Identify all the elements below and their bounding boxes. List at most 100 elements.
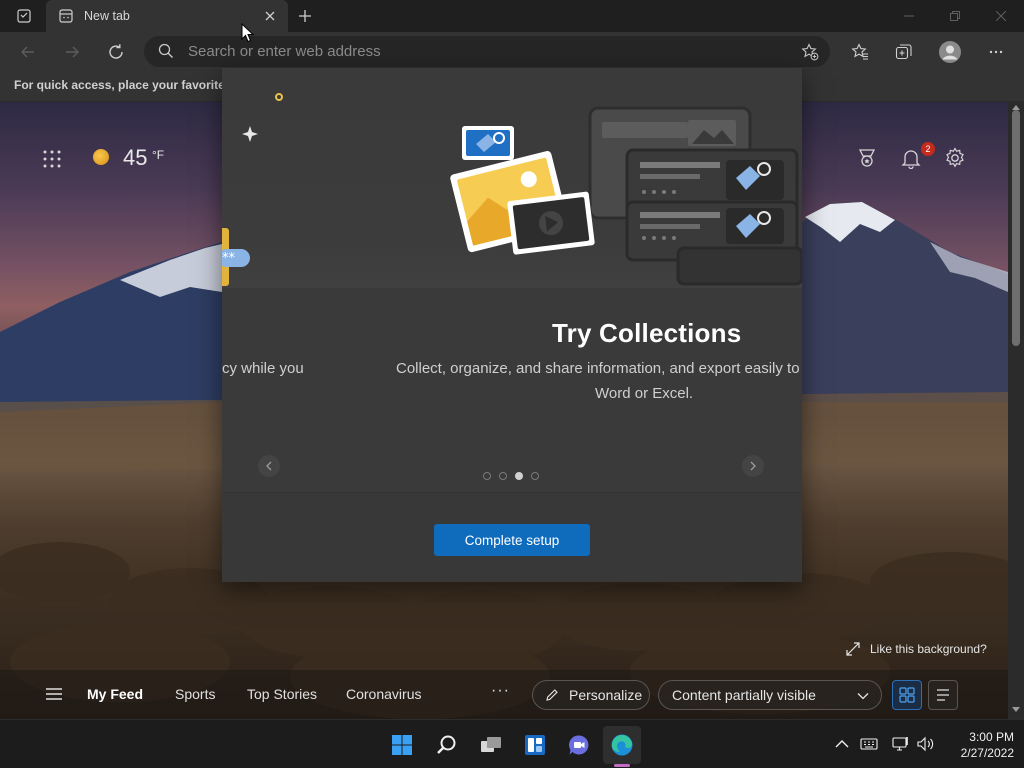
widgets-button[interactable]: [516, 726, 554, 764]
task-view-icon: [481, 737, 501, 752]
weather-unit: °F: [152, 148, 165, 162]
forward-button[interactable]: [58, 38, 86, 66]
favorites-bar-hint: For quick access, place your favorites h: [14, 78, 243, 92]
chevron-up-icon: [835, 740, 849, 748]
grid-view-button[interactable]: [892, 680, 922, 710]
start-button[interactable]: [383, 726, 421, 764]
address-input[interactable]: [188, 36, 748, 67]
avatar-icon: [939, 41, 961, 63]
star-add-icon: [801, 43, 819, 61]
page-settings-gear-icon[interactable]: [944, 147, 966, 169]
feed-tab-my-feed[interactable]: My Feed: [87, 686, 143, 702]
collections-illustration: **: [222, 68, 802, 288]
favorites-button[interactable]: [846, 38, 874, 66]
show-hidden-icons-button[interactable]: [833, 735, 851, 753]
network-button[interactable]: [892, 735, 910, 753]
add-favorite-button[interactable]: [796, 38, 824, 66]
tab-strip: New tab: [0, 0, 1024, 32]
taskbar-clock[interactable]: 3:00 PM 2/27/2022: [944, 729, 1014, 761]
settings-more-button[interactable]: [982, 38, 1010, 66]
previous-slide-text: cy while you: [222, 360, 304, 377]
carousel-dot[interactable]: [483, 472, 491, 480]
collections-button[interactable]: [890, 38, 918, 66]
scrollbar-thumb[interactable]: [1012, 110, 1020, 346]
carousel-dot[interactable]: [499, 472, 507, 480]
notifications-bell-icon[interactable]: [900, 147, 922, 169]
tab-actions-icon: [17, 9, 31, 23]
tab-close-button[interactable]: [260, 6, 280, 26]
speaker-icon: [917, 736, 934, 752]
tab-title: New tab: [84, 9, 130, 23]
feed-tab-coronavirus[interactable]: Coronavirus: [346, 686, 421, 702]
close-icon: [265, 11, 275, 21]
content-visibility-value: Content partially visible: [672, 687, 816, 703]
collections-illustration-icon: **: [222, 93, 802, 286]
minimize-button[interactable]: [886, 0, 932, 32]
chat-icon: [569, 735, 589, 755]
feed-tab-top-stories[interactable]: Top Stories: [247, 686, 317, 702]
list-view-button[interactable]: [928, 680, 958, 710]
pencil-icon: [546, 689, 558, 701]
collections-icon: [895, 44, 912, 60]
close-window-button[interactable]: [978, 0, 1024, 32]
refresh-icon: [109, 44, 123, 59]
taskbar-search-button[interactable]: [428, 726, 466, 764]
carousel-pagination: [483, 472, 539, 480]
restore-button[interactable]: [932, 0, 978, 32]
list-layout-icon: [937, 689, 949, 701]
favorites-star-icon: [851, 43, 868, 60]
volume-button[interactable]: [917, 735, 935, 753]
new-tab-favicon-icon: [59, 9, 73, 23]
keyboard-icon: [860, 738, 878, 750]
carousel-dot[interactable]: [531, 472, 539, 480]
start-icon: [392, 735, 412, 755]
browser-toolbar: [0, 32, 1024, 72]
content-visibility-dropdown[interactable]: Content partially visible: [658, 680, 882, 710]
weather-sun-icon[interactable]: [93, 149, 109, 165]
more-dots-icon: [989, 50, 1003, 54]
refresh-button[interactable]: [102, 38, 130, 66]
weather-temperature[interactable]: 45: [123, 145, 147, 171]
feed-tab-sports[interactable]: Sports: [175, 686, 215, 702]
search-icon: [158, 43, 173, 58]
task-view-button[interactable]: [472, 726, 510, 764]
setup-carousel-dialog: ** cy while you Try Collections Collect,…: [222, 68, 802, 582]
carousel-previous-button[interactable]: [258, 455, 280, 477]
like-background-text: Like this background?: [870, 642, 987, 656]
hamburger-menu-icon[interactable]: [44, 686, 64, 702]
windows-taskbar: 3:00 PM 2/27/2022: [0, 719, 1024, 768]
personalize-button[interactable]: Personalize: [532, 680, 650, 710]
complete-setup-button[interactable]: Complete setup: [434, 524, 590, 556]
carousel-dot-active[interactable]: [515, 472, 523, 480]
keyboard-layout-button[interactable]: [860, 735, 878, 753]
feed-navigation-bar: My Feed Sports Top Stories Coronavirus ·…: [0, 670, 1008, 719]
chevron-down-icon: [857, 693, 869, 700]
grid-layout-icon: [899, 687, 915, 703]
running-app-indicator: [614, 764, 630, 767]
dialog-description-line-2: Word or Excel.: [595, 385, 694, 402]
plus-icon: [299, 10, 311, 22]
minimize-icon: [904, 15, 914, 17]
dialog-title: Try Collections: [552, 318, 742, 348]
new-tab-button[interactable]: [294, 5, 316, 27]
expand-arrows-icon: [846, 642, 860, 656]
back-button[interactable]: [14, 38, 42, 66]
edge-icon: [611, 734, 633, 756]
edge-taskbar-button[interactable]: [603, 726, 641, 764]
feed-more-button[interactable]: ···: [491, 682, 510, 700]
restore-icon: [950, 11, 960, 21]
like-background-link[interactable]: Like this background?: [846, 642, 987, 656]
personalize-label: Personalize: [569, 687, 643, 703]
carousel-next-button[interactable]: [742, 455, 764, 477]
page-scrollbar[interactable]: [1008, 102, 1024, 719]
scroll-down-arrow-icon[interactable]: [1012, 707, 1020, 715]
tab-actions-button[interactable]: [8, 4, 40, 28]
dialog-description-line-1: Collect, organize, and share information…: [396, 360, 800, 377]
profile-button[interactable]: [936, 38, 964, 66]
rewards-icon[interactable]: [856, 147, 878, 169]
chat-button[interactable]: [560, 726, 598, 764]
clock-date: 2/27/2022: [960, 746, 1014, 760]
back-arrow-icon: [21, 46, 34, 58]
apps-grid-icon[interactable]: [42, 149, 62, 169]
close-window-icon: [996, 11, 1006, 21]
